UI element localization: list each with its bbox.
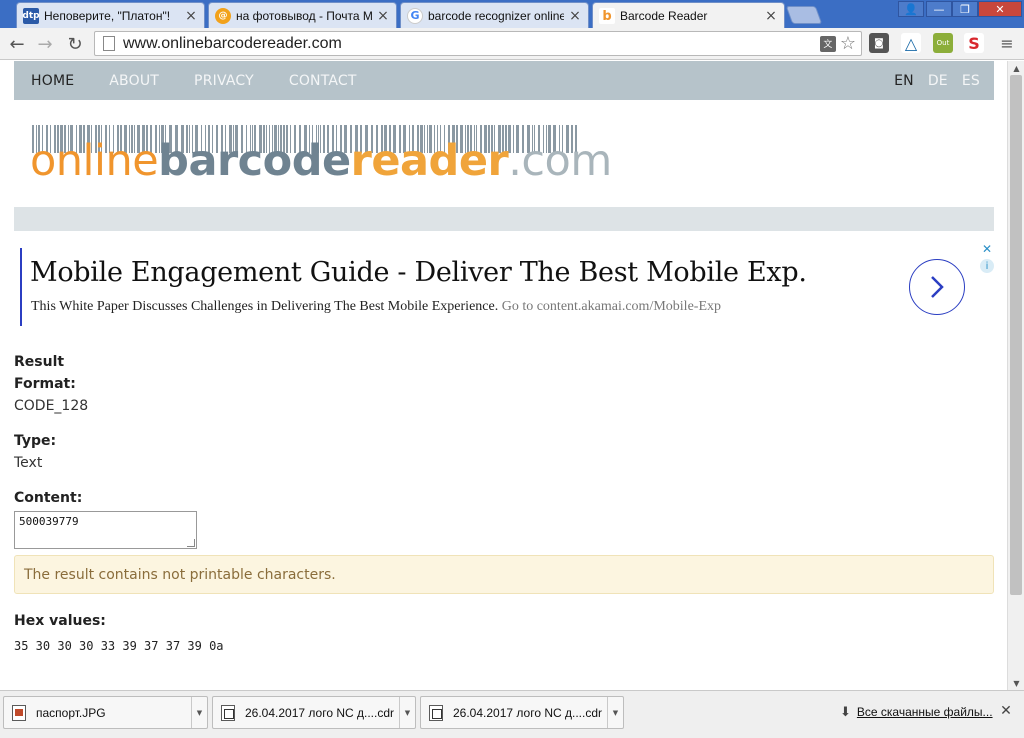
chevron-down-icon[interactable]: ▼: [191, 697, 207, 728]
close-window-button[interactable]: ✕: [978, 1, 1022, 17]
chevron-down-icon[interactable]: ▼: [399, 697, 415, 728]
download-filename: 26.04.2017 лого NC д....cdr: [245, 705, 394, 720]
scroll-down-icon[interactable]: ▼: [1008, 676, 1024, 690]
ad-link[interactable]: Go to content.akamai.com/Mobile-Exp: [502, 299, 721, 314]
minimize-button[interactable]: —: [926, 1, 952, 17]
tab-platon[interactable]: dtp Неповерите, "Платон"! ×: [16, 2, 205, 28]
logo-part-com: .com: [508, 136, 612, 186]
tab-title: barcode recognizer online - Г: [428, 8, 564, 23]
chevron-down-icon[interactable]: ▼: [607, 697, 623, 728]
nav-privacy[interactable]: PRIVACY: [194, 73, 254, 89]
browser-toolbar: ← → ↻ www.onlinebarcodereader.com 文 ☆ ◙ …: [0, 28, 1024, 60]
warning-alert: The result contains not printable charac…: [14, 555, 994, 594]
address-bar[interactable]: www.onlinebarcodereader.com 文 ☆: [94, 31, 862, 56]
content-value: 500039779: [19, 515, 79, 528]
ad-close-icon[interactable]: ✕: [980, 242, 994, 256]
tab-mail[interactable]: @ на фотовывод - Почта Mail ×: [208, 2, 397, 28]
ad-headline[interactable]: Mobile Engagement Guide - Deliver The Be…: [30, 257, 807, 288]
cdr-file-icon: [221, 704, 235, 721]
site-nav: HOME ABOUT PRIVACY CONTACT EN DE ES: [14, 61, 994, 100]
resize-grip-icon[interactable]: [187, 539, 195, 547]
download-item[interactable]: 26.04.2017 лого NC д....cdr ▼: [420, 696, 624, 729]
user-profile-button[interactable]: 👤: [898, 1, 924, 17]
tab-title: Barcode Reader: [620, 9, 708, 23]
download-filename: паспорт.JPG: [36, 705, 106, 720]
ad-arrow-button[interactable]: [909, 259, 965, 315]
download-item[interactable]: паспорт.JPG ▼: [3, 696, 208, 729]
type-value: Text: [14, 455, 43, 471]
mail-favicon-icon: @: [215, 7, 231, 24]
page-viewport: HOME ABOUT PRIVACY CONTACT EN DE ES onli…: [0, 61, 1007, 690]
cdr-file-icon: [429, 704, 443, 721]
nav-about[interactable]: ABOUT: [109, 73, 159, 89]
format-label: Format:: [14, 376, 76, 392]
translate-icon[interactable]: 文: [819, 35, 836, 52]
logo-part-barcode: barcode: [158, 136, 351, 186]
restore-button[interactable]: ❐: [952, 1, 978, 17]
ad-banner[interactable]: Mobile Engagement Guide - Deliver The Be…: [14, 241, 994, 331]
site-logo[interactable]: onlinebarcodereader.com: [30, 123, 612, 185]
dtp-favicon-icon: dtp: [22, 7, 40, 24]
ad-accent-line: [20, 248, 22, 326]
google-favicon-icon: G: [407, 7, 423, 24]
download-arrow-icon: ⬇: [840, 704, 851, 719]
lang-de[interactable]: DE: [928, 73, 948, 89]
tab-title: на фотовывод - Почта Mail: [236, 8, 372, 23]
tab-google-search[interactable]: G barcode recognizer online - Г ×: [400, 2, 589, 28]
hex-values: 35 30 30 30 33 39 37 37 39 0a: [14, 639, 224, 653]
lang-en[interactable]: EN: [894, 73, 914, 89]
reload-icon[interactable]: ↻: [63, 32, 87, 56]
ad-description: This White Paper Discusses Challenges in…: [31, 299, 721, 315]
result-heading: Result: [14, 354, 65, 370]
url-text[interactable]: www.onlinebarcodereader.com: [123, 35, 820, 53]
download-item[interactable]: 26.04.2017 лого NC д....cdr ▼: [212, 696, 416, 729]
extension-red-icon[interactable]: S: [964, 33, 984, 53]
barcode-reader-favicon-icon: b: [599, 8, 615, 24]
show-all-downloads-link[interactable]: ⬇ Все скачанные файлы...: [840, 704, 993, 720]
page-scrollbar[interactable]: ▲ ▼: [1007, 61, 1024, 690]
nav-home[interactable]: HOME: [31, 73, 74, 89]
close-tab-icon[interactable]: ×: [568, 8, 582, 24]
close-tab-icon[interactable]: ×: [184, 8, 198, 24]
chrome-menu-icon[interactable]: ≡: [997, 33, 1017, 53]
close-tab-icon[interactable]: ×: [764, 8, 778, 24]
ad-info-icon[interactable]: i: [980, 259, 994, 273]
extension-triangle-icon[interactable]: △: [901, 33, 921, 53]
close-downloads-icon[interactable]: ✕: [998, 703, 1014, 719]
content-label: Content:: [14, 490, 83, 506]
lang-es[interactable]: ES: [962, 73, 980, 89]
image-file-icon: [12, 704, 26, 721]
show-all-label: Все скачанные файлы...: [856, 705, 993, 719]
content-textarea[interactable]: 500039779: [14, 511, 197, 549]
new-tab-button[interactable]: [785, 6, 823, 24]
tab-barcode-reader[interactable]: b Barcode Reader ×: [592, 2, 785, 29]
page-icon: [103, 36, 115, 51]
scroll-up-icon[interactable]: ▲: [1008, 61, 1024, 75]
close-tab-icon[interactable]: ×: [376, 8, 390, 24]
nav-contact[interactable]: CONTACT: [289, 73, 357, 89]
chevron-right-icon: [931, 276, 944, 298]
hex-label: Hex values:: [14, 613, 106, 629]
result-section: Result Format: CODE_128 Type: Text Conte…: [14, 351, 994, 509]
ad-description-text: This White Paper Discusses Challenges in…: [31, 299, 499, 314]
format-value: CODE_128: [14, 398, 89, 414]
extension-green-icon[interactable]: Out: [933, 33, 953, 53]
extension-camera-icon[interactable]: ◙: [869, 33, 889, 53]
logo-part-online: online: [30, 136, 159, 186]
logo-part-reader: reader: [350, 136, 509, 186]
type-label: Type:: [14, 433, 57, 449]
forward-icon[interactable]: →: [33, 32, 57, 56]
downloads-bar: паспорт.JPG ▼ 26.04.2017 лого NC д....cd…: [0, 690, 1024, 738]
tab-title: Неповерите, "Платон"!: [44, 8, 171, 23]
browser-tab-strip: dtp Неповерите, "Платон"! × @ на фотовыв…: [0, 0, 1024, 29]
scroll-thumb[interactable]: [1010, 75, 1022, 595]
back-icon[interactable]: ←: [5, 32, 29, 56]
logo-wordmark: onlinebarcodereader.com: [30, 137, 612, 185]
separator-bar: [14, 207, 994, 231]
bookmark-star-icon[interactable]: ☆: [840, 33, 856, 54]
download-filename: 26.04.2017 лого NC д....cdr: [453, 705, 602, 720]
language-switcher: EN DE ES: [880, 61, 980, 100]
